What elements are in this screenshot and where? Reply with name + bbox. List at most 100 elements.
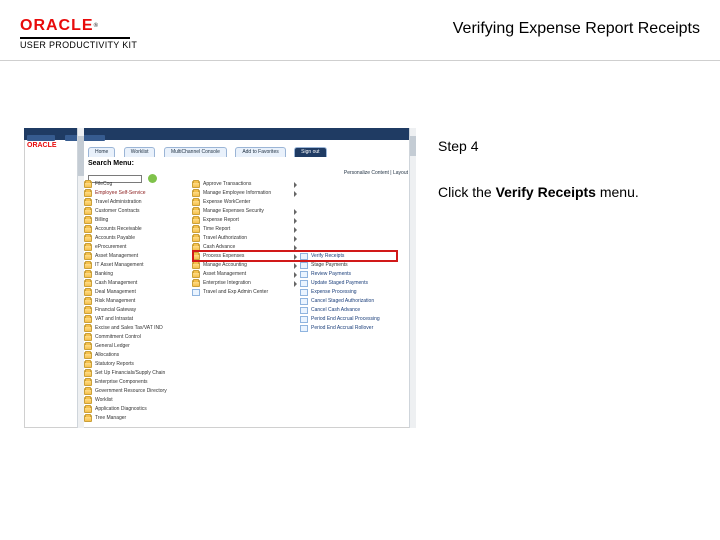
menu-item[interactable]: Stage Payments: [300, 261, 400, 270]
menu-item[interactable]: Application Diagnostics: [84, 405, 190, 414]
menu-item[interactable]: Customer Contracts: [84, 207, 190, 216]
menu-item-label: Travel Administration: [95, 199, 142, 205]
folder-icon: [192, 235, 200, 242]
menu-item[interactable]: Employee Self-Service: [84, 189, 190, 198]
menu-item[interactable]: Cash Advance: [192, 243, 298, 252]
menu-item[interactable]: Tree Manager: [84, 414, 190, 423]
menu-item-label: Manage Accounting: [203, 262, 247, 268]
folder-icon: [300, 280, 308, 287]
oracle-logo-block: ORACLE® USER PRODUCTIVITY KIT: [20, 18, 137, 50]
nav-scrollbar[interactable]: [77, 128, 84, 428]
scrollbar-thumb[interactable]: [410, 136, 416, 156]
folder-icon: [84, 181, 92, 188]
menu-item[interactable]: Cash Management: [84, 279, 190, 288]
menu-item-label: Stage Payments: [311, 262, 348, 268]
menu-item[interactable]: Risk Management: [84, 297, 190, 306]
menu-item[interactable]: eProcurement: [84, 243, 190, 252]
menu-item-label: Commitment Control: [95, 334, 141, 340]
menu-item-label: Manage Employee Information: [203, 190, 271, 196]
folder-icon: [84, 370, 92, 377]
menu-item-label: Period End Accrual Rollover: [311, 325, 373, 331]
menu-item[interactable]: Set Up Financials/Supply Chain: [84, 369, 190, 378]
menu-item[interactable]: Manage Employee Information: [192, 189, 298, 198]
menu-item[interactable]: Update Staged Payments: [300, 279, 400, 288]
folder-icon: [192, 226, 200, 233]
menu-item[interactable]: FileCog: [84, 180, 190, 189]
menu-item[interactable]: Asset Management: [84, 252, 190, 261]
search-row: Search Menu:: [88, 152, 208, 166]
menu-item[interactable]: Accounts Receivable: [84, 225, 190, 234]
instruction-panel: Step 4 Click the Verify Receipts menu.: [438, 136, 688, 202]
chevron-right-icon: [294, 218, 297, 224]
menu-item[interactable]: Cancel Staged Authorization: [300, 297, 400, 306]
folder-icon: [192, 181, 200, 188]
menu-item[interactable]: Expense WorkCenter: [192, 198, 298, 207]
menu-item[interactable]: IT Asset Management: [84, 261, 190, 270]
oracle-mini-logo: ORACLE: [27, 142, 57, 149]
menu-item[interactable]: Travel Authorization: [192, 234, 298, 243]
menu-item[interactable]: Enterprise Integration: [192, 279, 298, 288]
menu-item-label: Update Staged Payments: [311, 280, 368, 286]
menu-item[interactable]: Manage Expenses Security: [192, 207, 298, 216]
tab-signout[interactable]: Sign out: [294, 147, 326, 157]
step-label: Step 4: [438, 136, 688, 156]
chevron-right-icon: [294, 254, 297, 260]
menu-item-label: Expense Report: [203, 217, 239, 223]
menu-item[interactable]: Accounts Payable: [84, 234, 190, 243]
menu-item[interactable]: Asset Management: [192, 270, 298, 279]
content-scrollbar[interactable]: [409, 128, 416, 428]
folder-icon: [84, 334, 92, 341]
menu-item[interactable]: Statutory Reports: [84, 360, 190, 369]
menu-item-label: Manage Expenses Security: [203, 208, 264, 214]
menu-item[interactable]: Commitment Control: [84, 333, 190, 342]
menu-item-label: Travel Authorization: [203, 235, 247, 241]
menu-item-label: Financial Gateway: [95, 307, 136, 313]
menu-item-label: Approve Transactions: [203, 181, 251, 187]
menu-item[interactable]: VAT and Intrastat: [84, 315, 190, 324]
folder-icon: [84, 415, 92, 422]
menu-item[interactable]: Allocations: [84, 351, 190, 360]
breadcrumb-chip[interactable]: [27, 135, 55, 141]
folder-icon: [84, 271, 92, 278]
chevron-right-icon: [294, 191, 297, 197]
folder-icon: [84, 253, 92, 260]
menu-item[interactable]: Travel and Exp Admin Center: [192, 288, 298, 297]
chevron-right-icon: [294, 263, 297, 269]
menu-item[interactable]: Banking: [84, 270, 190, 279]
menu-item[interactable]: General Ledger: [84, 342, 190, 351]
menu-item[interactable]: Travel Administration: [84, 198, 190, 207]
folder-icon: [84, 388, 92, 395]
menu-item[interactable]: Deal Management: [84, 288, 190, 297]
menu-item-label: Excise and Sales Tax/VAT IND: [95, 325, 163, 331]
menu-item[interactable]: Process Expenses: [192, 252, 298, 261]
folder-icon: [84, 208, 92, 215]
menu-col-2: Approve Transactions Manage Employee Info…: [192, 180, 298, 422]
menu-item[interactable]: Review Payments: [300, 270, 400, 279]
instruction-text: Click the Verify Receipts menu.: [438, 182, 688, 202]
menu-item[interactable]: Period End Accrual Rollover: [300, 324, 400, 333]
chevron-right-icon: [294, 272, 297, 278]
menu-item[interactable]: Manage Accounting: [192, 261, 298, 270]
menu-item[interactable]: Approve Transactions: [192, 180, 298, 189]
menu-item[interactable]: Worklist: [84, 396, 190, 405]
chevron-right-icon: [294, 209, 297, 215]
menu-item[interactable]: Expense Processing: [300, 288, 400, 297]
menu-item[interactable]: Expense Report: [192, 216, 298, 225]
folder-icon: [84, 379, 92, 386]
menu-item[interactable]: Cancel Cash Advance: [300, 306, 400, 315]
menu-item[interactable]: Verify Receipts: [300, 252, 400, 261]
folder-icon: [300, 289, 308, 296]
folder-icon: [300, 253, 308, 260]
menu-item-label: Billing: [95, 217, 108, 223]
menu-item-label: Application Diagnostics: [95, 406, 147, 412]
tab-fav[interactable]: Add to Favorites: [235, 147, 285, 157]
scrollbar-thumb[interactable]: [78, 136, 84, 176]
menu-item[interactable]: Billing: [84, 216, 190, 225]
menu-item[interactable]: Time Report: [192, 225, 298, 234]
menu-item[interactable]: Government Resource Directory: [84, 387, 190, 396]
menu-item[interactable]: Excise and Sales Tax/VAT IND: [84, 324, 190, 333]
menu-item[interactable]: Enterprise Components: [84, 378, 190, 387]
menu-item[interactable]: Period End Accrual Processing: [300, 315, 400, 324]
menu-item[interactable]: Financial Gateway: [84, 306, 190, 315]
personalize-links[interactable]: Personalize Content | Layout: [344, 170, 408, 176]
